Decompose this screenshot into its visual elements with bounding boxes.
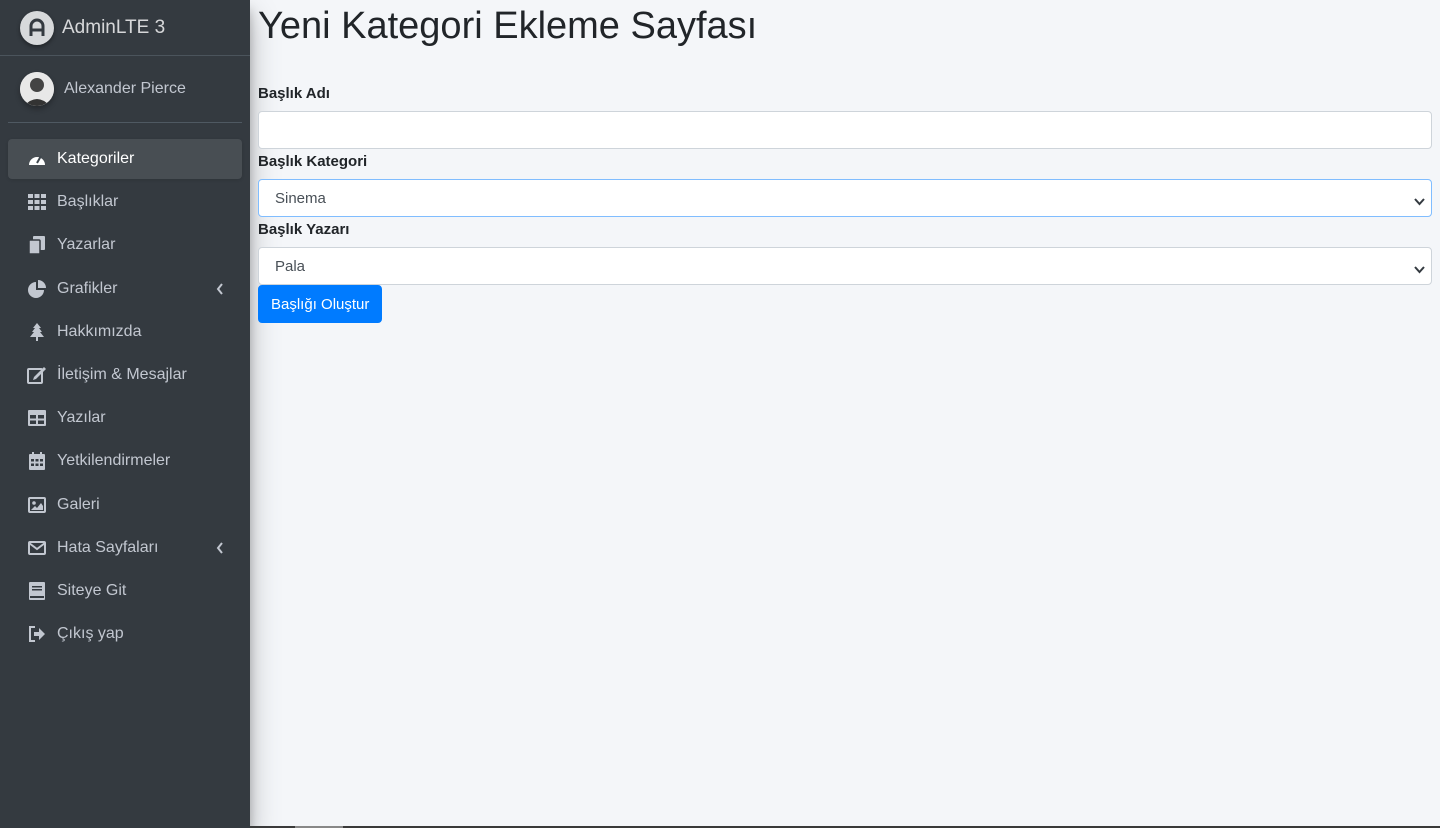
sidebar-item-label: Hata Sayfaları	[57, 538, 159, 556]
brand-name: AdminLTE 3	[62, 16, 166, 38]
calendar-icon	[27, 451, 47, 471]
chevron-down-icon	[1414, 261, 1425, 278]
sidebar-item-galeri[interactable]: Galeri	[8, 485, 242, 525]
sign-out-icon	[27, 624, 47, 644]
title-name-label: Başlık Adı	[258, 85, 330, 102]
sidebar-item-siteye-git[interactable]: Siteye Git	[8, 571, 242, 611]
title-author-value: Pala	[275, 257, 306, 275]
title-category-value: Sinema	[275, 189, 326, 207]
sidebar-item-label: Yazılar	[57, 409, 106, 427]
user-avatar	[20, 72, 54, 106]
sidebar-item-kategoriler[interactable]: Kategoriler	[8, 139, 242, 179]
user-name: Alexander Pierce	[64, 80, 186, 97]
image-icon	[27, 495, 47, 515]
sidebar-item-label: Yazarlar	[57, 236, 116, 254]
sidebar-nav: Kategoriler Başlıklar Yazarlar Grafikler…	[0, 139, 250, 654]
sidebar-item-label: Çıkış yap	[57, 625, 124, 643]
sidebar-item-yetkilendirmeler[interactable]: Yetkilendirmeler	[8, 441, 242, 481]
title-name-input[interactable]	[258, 111, 1432, 149]
page-title: Yeni Kategori Ekleme Sayfası	[258, 5, 758, 47]
adminlte-logo-icon	[20, 10, 54, 45]
tachometer-icon	[27, 149, 47, 169]
table-icon	[27, 408, 47, 428]
sidebar-item-label: Hakkımızda	[57, 322, 142, 340]
main-content: Yeni Kategori Ekleme Sayfası Başlık Adı …	[258, 0, 1432, 323]
sidebar-item-label: Galeri	[57, 495, 100, 513]
sidebar-item-label: İletişim & Mesajlar	[57, 365, 187, 383]
sidebar-item-label: Siteye Git	[57, 581, 127, 599]
sidebar-item-label: Yetkilendirmeler	[57, 452, 171, 470]
sidebar: AdminLTE 3 Alexander Pierce Kategoriler …	[0, 0, 250, 828]
envelope-icon	[27, 538, 47, 558]
sidebar-item-cikis-yap[interactable]: Çıkış yap	[8, 614, 242, 654]
sidebar-item-yazilar[interactable]: Yazılar	[8, 398, 242, 438]
title-author-select[interactable]: Pala	[258, 247, 1432, 285]
book-icon	[27, 581, 47, 601]
edit-icon	[27, 365, 47, 385]
chevron-left-icon[interactable]	[212, 540, 228, 556]
tree-icon	[27, 322, 47, 342]
sidebar-item-hakkimizda[interactable]: Hakkımızda	[8, 312, 242, 352]
title-author-label: Başlık Yazarı	[258, 221, 350, 238]
user-panel[interactable]: Alexander Pierce	[8, 56, 242, 123]
title-category-label: Başlık Kategori	[258, 153, 368, 170]
title-category-select[interactable]: Sinema	[258, 179, 1432, 217]
sidebar-item-label: Başlıklar	[57, 193, 119, 211]
create-title-button[interactable]: Başlığı Oluştur	[258, 285, 383, 323]
copy-icon	[27, 235, 47, 255]
brand-link[interactable]: AdminLTE 3	[0, 0, 250, 56]
create-title-form: Başlık Adı Başlık Kategori Sinema Başlık…	[258, 85, 1432, 323]
sidebar-item-hata-sayfalari[interactable]: Hata Sayfaları	[8, 528, 242, 568]
sidebar-item-grafikler[interactable]: Grafikler	[8, 269, 242, 309]
sidebar-item-label: Grafikler	[57, 279, 118, 297]
sidebar-item-label: Kategoriler	[57, 150, 135, 167]
chevron-left-icon[interactable]	[212, 281, 228, 297]
grid-icon	[27, 192, 47, 212]
chevron-down-icon	[1414, 193, 1425, 210]
sidebar-item-iletisim[interactable]: İletişim & Mesajlar	[8, 355, 242, 395]
sidebar-item-basliklar[interactable]: Başlıklar	[8, 182, 242, 222]
pie-chart-icon	[27, 279, 47, 299]
sidebar-item-yazarlar[interactable]: Yazarlar	[8, 225, 242, 265]
